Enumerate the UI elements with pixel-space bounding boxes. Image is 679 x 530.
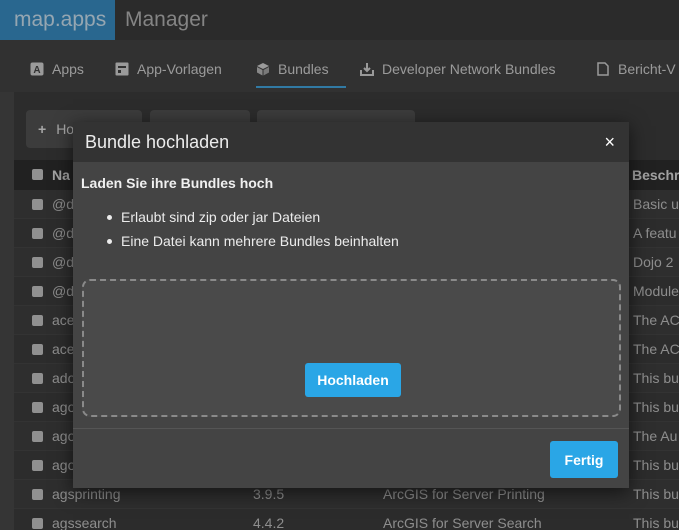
close-icon[interactable]: × (604, 132, 615, 153)
upload-hints: Erlaubt sind zip oder jar Dateien Eine D… (102, 208, 399, 256)
dialog-header: Bundle hochladen × (73, 122, 629, 162)
hint-item: Eine Datei kann mehrere Bundles beinhalt… (102, 232, 399, 256)
dialog-heading: Laden Sie ihre Bundles hoch (81, 175, 274, 191)
dialog-title: Bundle hochladen (85, 132, 230, 152)
done-button[interactable]: Fertig (550, 441, 618, 478)
upload-bundle-dialog: Bundle hochladen × Laden Sie ihre Bundle… (73, 122, 629, 488)
file-drop-zone[interactable]: Hochladen (82, 279, 621, 417)
divider (73, 428, 629, 429)
hint-item: Erlaubt sind zip oder jar Dateien (102, 208, 399, 232)
upload-button[interactable]: Hochladen (305, 363, 401, 397)
